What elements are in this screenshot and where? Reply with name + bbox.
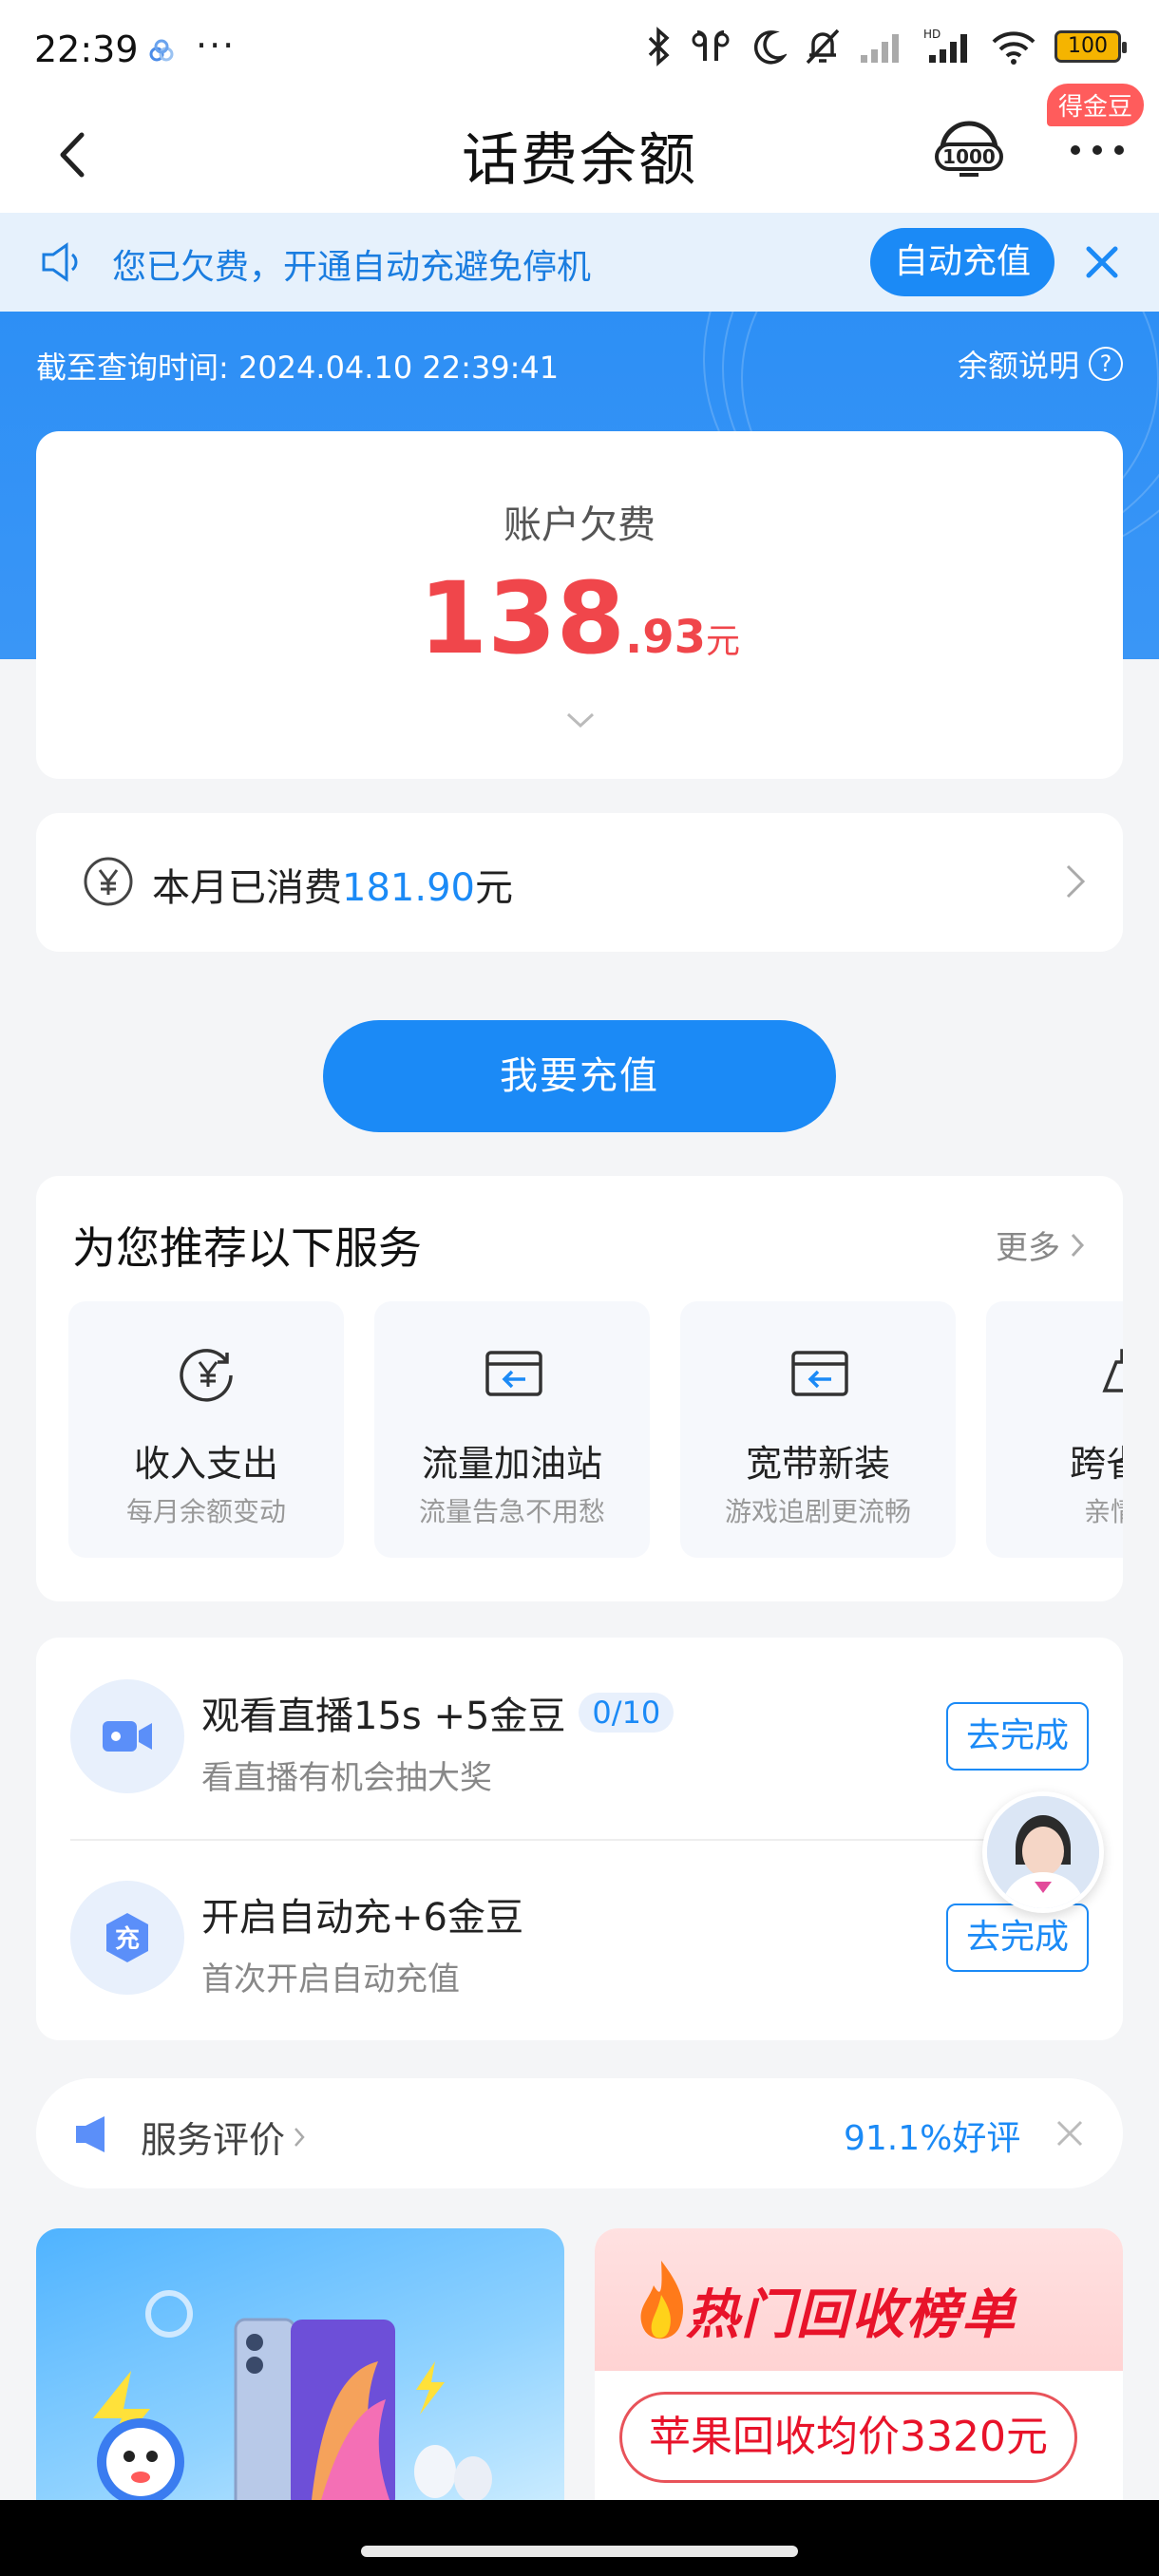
task-subtitle: 首次开启自动充值: [201, 1960, 460, 1998]
balance-help-link[interactable]: 余额说明 ?: [958, 342, 1123, 386]
status-icons: HD 100: [644, 27, 1127, 66]
earbuds-icon: [692, 30, 730, 61]
chevron-right-icon: [1066, 864, 1086, 899]
status-bar: 22:39 ··· HD 100: [0, 0, 1159, 103]
recycle-price-pill: 苹果回收均价3320元: [619, 2392, 1077, 2483]
service-name: 流量加油站: [421, 1443, 602, 1485]
svg-text:1000: 1000: [942, 145, 996, 168]
promo-banner-phone[interactable]: [36, 2228, 564, 2500]
svg-text:HD: HD: [923, 28, 940, 41]
cart-icon: [1102, 1349, 1123, 1392]
balance-decimal: .93: [625, 611, 707, 664]
service-desc: 流量告急不用愁: [418, 1496, 605, 1527]
promo-banner-recycle[interactable]: 热门回收榜单 苹果回收均价3320元: [595, 2228, 1123, 2500]
status-time: 22:39: [34, 28, 139, 70]
notice-text: 您已欠费，开通自动充避免停机: [112, 248, 592, 287]
nav-bar: 话费余额 1000 得金豆: [0, 84, 1159, 213]
mute-bell-icon: [806, 28, 840, 65]
service-rating-bar: 服务评价 91.1%好评: [36, 2078, 1123, 2188]
service-name: 跨省办: [1069, 1443, 1123, 1485]
bluetooth-icon: [648, 27, 670, 66]
service-cross-province[interactable]: 跨省办 亲情一: [986, 1301, 1123, 1558]
balance-integer: 138: [418, 560, 626, 676]
system-navigation-bar: [0, 2500, 1159, 2576]
task-title: 开启自动充+6金豆: [201, 1886, 523, 1941]
monthly-spend-unit: 元: [474, 866, 513, 910]
question-icon: ?: [1089, 347, 1123, 381]
recommend-more-label: 更多: [996, 1229, 1060, 1267]
recommend-section: 为您推荐以下服务 更多 收入支出 每月余额变动 流量加油站 流量告急不用愁 宽带…: [36, 1176, 1123, 1601]
rating-score: 91.1%好评: [844, 2119, 1021, 2158]
service-desc: 每月余额变动: [125, 1496, 286, 1527]
signal-hd-icon: HD: [923, 28, 967, 63]
service-broadband[interactable]: 宽带新装 游戏追剧更流畅: [680, 1301, 956, 1558]
speaker-icon: [42, 242, 78, 282]
task-row-auto-recharge: 充 开启自动充+6金豆 首次开启自动充值 去完成: [36, 1839, 1123, 2040]
battery-indicator: 100: [1054, 30, 1127, 63]
phone-promo-illustration: [93, 2290, 492, 2500]
close-icon[interactable]: [1054, 2118, 1085, 2149]
task-row-live: 观看直播15s +5金豆 0/10 看直播有机会抽大奖 去完成: [36, 1638, 1123, 1839]
task-title-text: 开启自动充+6金豆: [201, 1896, 523, 1940]
complete-task-button[interactable]: 去完成: [946, 1904, 1089, 1972]
flame-icon: [640, 2261, 684, 2339]
chevron-down-icon[interactable]: [564, 709, 597, 731]
service-desc: 亲情一: [1083, 1496, 1123, 1527]
task-title-text: 观看直播15s +5金豆: [201, 1695, 566, 1738]
service-name: 收入支出: [133, 1443, 278, 1485]
assistant-portrait-icon: [987, 1796, 1099, 1908]
arrears-notice-bar: 您已欠费，开通自动充避免停机 自动充值: [0, 213, 1159, 312]
task-section: 观看直播15s +5金豆 0/10 看直播有机会抽大奖 去完成 充 开启自动充+…: [36, 1638, 1123, 2040]
balance-unit: 元: [706, 622, 741, 661]
chevron-right-icon: [1071, 1233, 1085, 1257]
more-menu-button[interactable]: [1064, 131, 1130, 169]
monthly-spend-prefix: 本月已消费: [152, 866, 342, 910]
status-more-dots: ···: [196, 25, 237, 66]
auto-recharge-button[interactable]: 自动充值: [870, 228, 1054, 296]
recommend-list: 收入支出 每月余额变动 流量加油站 流量告急不用愁 宽带新装 游戏追剧更流畅 跨…: [68, 1301, 1123, 1558]
speaker-filled-icon: [76, 2116, 104, 2152]
monthly-spend-text: 本月已消费181.90元: [152, 857, 513, 912]
service-name: 宽带新装: [745, 1443, 890, 1485]
gold-bean-badge[interactable]: 得金豆: [1047, 84, 1145, 126]
recommend-more-link[interactable]: 更多: [996, 1222, 1085, 1268]
service-desc: 游戏追剧更流畅: [724, 1496, 911, 1527]
service-income-expense[interactable]: 收入支出 每月余额变动: [68, 1301, 344, 1558]
signal-weak-icon: [861, 34, 899, 63]
customer-service-10000-icon[interactable]: 1000: [931, 112, 1007, 188]
task-progress-badge: 0/10: [579, 1693, 674, 1733]
query-time: 截至查询时间: 2024.04.10 22:39:41: [36, 350, 560, 386]
recommend-title: 为您推荐以下服务: [72, 1222, 422, 1274]
chevron-right-icon: [294, 2127, 305, 2147]
balance-label: 账户欠费: [504, 503, 656, 547]
monthly-spend-row[interactable]: 本月已消费181.90元: [36, 813, 1123, 952]
monthly-spend-value: 181.90: [342, 866, 475, 910]
recharge-badge-icon: 充: [106, 1913, 148, 1962]
balance-card: 账户欠费 138.93元: [36, 431, 1123, 779]
balance-help-label: 余额说明: [957, 348, 1079, 384]
task-title: 观看直播15s +5金豆 0/10: [201, 1685, 674, 1740]
recharge-button[interactable]: 我要充值: [323, 1020, 836, 1132]
yen-cycle-icon: [180, 1349, 233, 1402]
video-camera-icon: [103, 1721, 152, 1752]
complete-task-button[interactable]: 去完成: [946, 1702, 1089, 1771]
service-data-top-up[interactable]: 流量加油站 流量告急不用愁: [374, 1301, 650, 1558]
card-arrow-icon: [791, 1351, 848, 1396]
card-arrow-icon: [485, 1351, 542, 1396]
close-icon[interactable]: [1083, 243, 1121, 281]
balance-amount: 138.93元: [36, 560, 1123, 676]
moon-icon: [753, 30, 787, 65]
recycle-banner-title: 热门回收榜单: [686, 2284, 1016, 2346]
rating-link[interactable]: 服务评价: [141, 2111, 306, 2163]
wifi-icon: [992, 31, 1036, 65]
rating-label: 服务评价: [141, 2119, 286, 2161]
app-notification-icon: [149, 39, 174, 62]
home-indicator[interactable]: [361, 2546, 798, 2557]
yen-icon: [84, 857, 133, 906]
task-subtitle: 看直播有机会抽大奖: [201, 1759, 492, 1797]
svg-text:充: 充: [115, 1924, 140, 1954]
assistant-avatar[interactable]: [982, 1791, 1104, 1913]
